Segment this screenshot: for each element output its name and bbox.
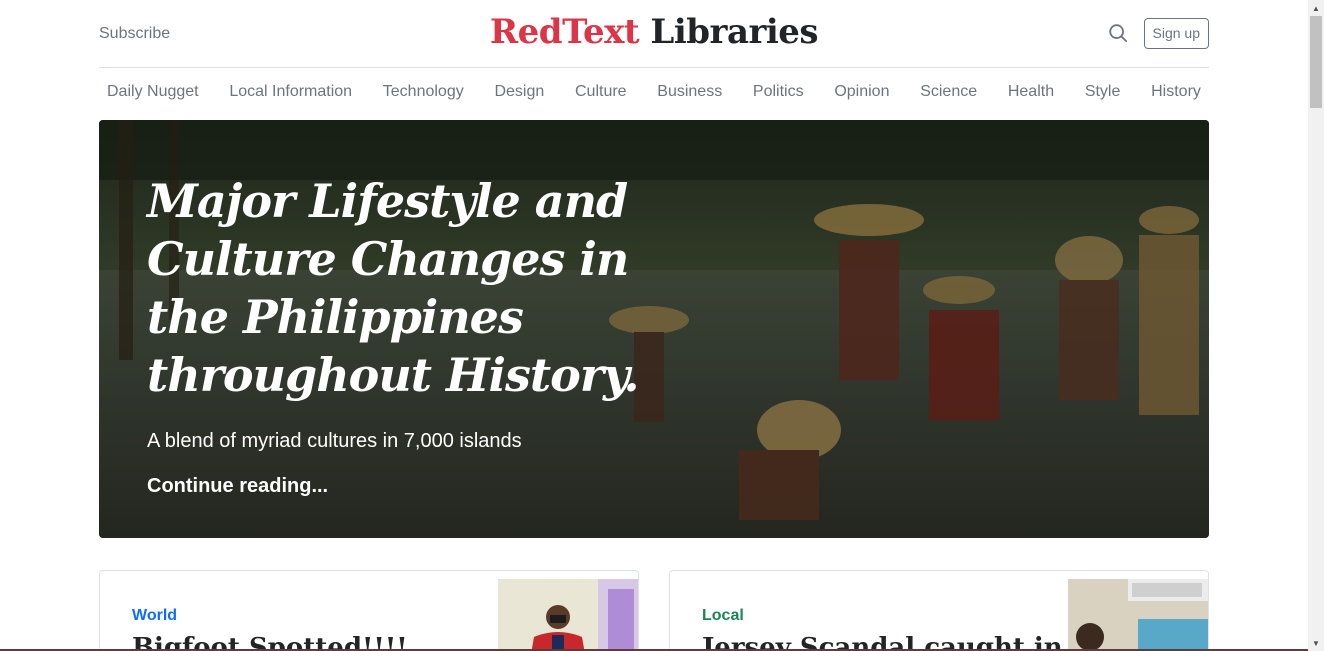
nav-item-technology[interactable]: Technology	[383, 83, 464, 101]
brand-red-text: RedText	[489, 12, 640, 52]
nav-item-local-information[interactable]: Local Information	[229, 83, 352, 101]
search-icon[interactable]	[1107, 22, 1129, 44]
hero-lead: A blend of myriad cultures in 7,000 isla…	[147, 430, 522, 452]
sign-up-button[interactable]: Sign up	[1143, 18, 1209, 49]
nav-item-daily-nugget[interactable]: Daily Nugget	[107, 83, 199, 101]
nav-item-culture[interactable]: Culture	[575, 83, 627, 101]
nav-item-design[interactable]: Design	[494, 83, 544, 101]
category-nav: Daily Nugget Local Information Technolog…	[99, 68, 1209, 116]
card-category: World	[132, 607, 178, 624]
card-thumbnail	[498, 579, 638, 651]
nav-item-history[interactable]: History	[1151, 83, 1201, 101]
scroll-up-arrow-icon[interactable]: ▲	[1308, 0, 1324, 16]
site-logo[interactable]: RedText Libraries	[99, 12, 1209, 52]
featured-card-world[interactable]: World Bigfoot Spotted!!!!	[99, 570, 639, 651]
nav-item-business[interactable]: Business	[657, 83, 722, 101]
card-category: Local	[702, 607, 744, 624]
nav-item-opinion[interactable]: Opinion	[834, 83, 889, 101]
hero-title: Major Lifestyle and Culture Changes in t…	[147, 174, 640, 402]
featured-card-local[interactable]: Local Jersey Scandal caught in	[669, 570, 1209, 651]
nav-item-style[interactable]: Style	[1085, 83, 1121, 101]
brand-dark-text: Libraries	[639, 12, 819, 52]
scrollbar-thumb[interactable]	[1310, 16, 1322, 108]
hero-banner: Major Lifestyle and Culture Changes in t…	[99, 120, 1209, 538]
nav-item-politics[interactable]: Politics	[753, 83, 804, 101]
card-thumbnail	[1068, 579, 1208, 651]
nav-item-health[interactable]: Health	[1008, 83, 1054, 101]
continue-reading-link[interactable]: Continue reading...	[147, 475, 328, 498]
page-scrollbar[interactable]: ▲ ▼	[1308, 0, 1324, 651]
site-header: Subscribe RedText Libraries Sign up	[99, 0, 1209, 68]
scroll-down-arrow-icon[interactable]: ▼	[1308, 635, 1324, 651]
nav-item-science[interactable]: Science	[920, 83, 977, 101]
hero-content: Major Lifestyle and Culture Changes in t…	[147, 172, 707, 498]
